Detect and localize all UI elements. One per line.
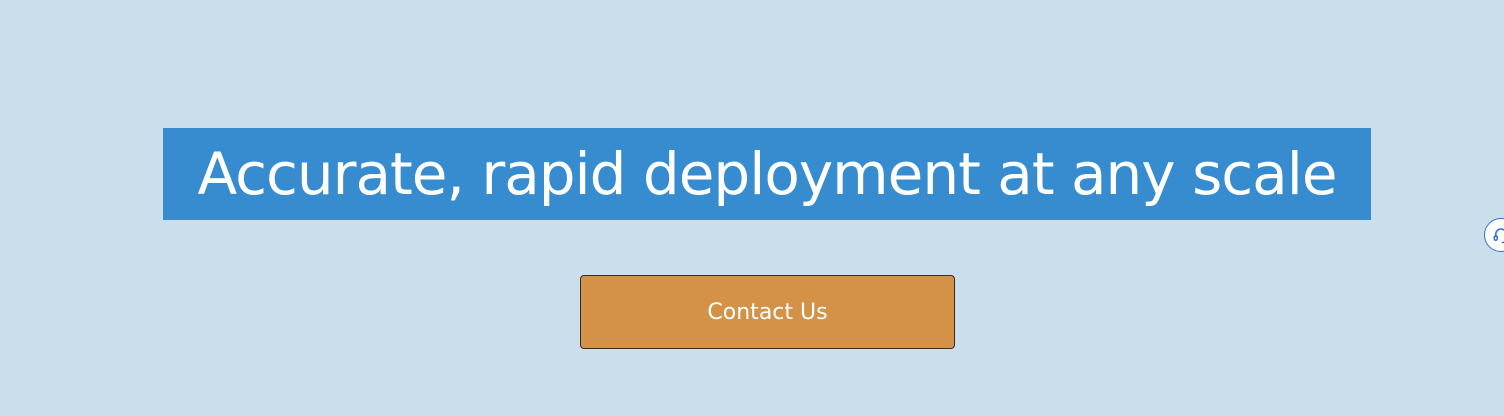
hero-headline: Accurate, rapid deployment at any scale bbox=[197, 140, 1337, 208]
hero-section: Accurate, rapid deployment at any scale … bbox=[0, 0, 1504, 416]
contact-us-button[interactable]: Contact Us bbox=[580, 275, 955, 349]
headline-highlight: Accurate, rapid deployment at any scale bbox=[163, 128, 1371, 220]
